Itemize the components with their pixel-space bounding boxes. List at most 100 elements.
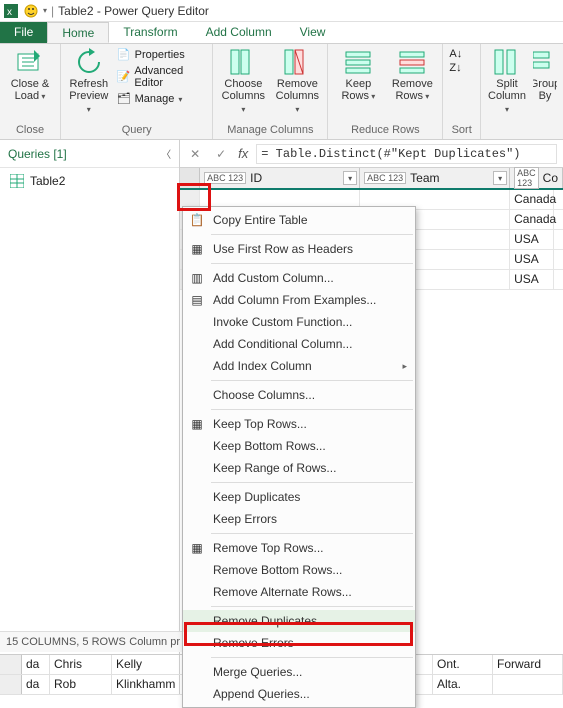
- choose-columns-button[interactable]: Choose Columns: [219, 48, 267, 116]
- menu-keep-duplicates[interactable]: Keep Duplicates: [183, 486, 415, 508]
- cell-co[interactable]: Canada: [510, 210, 554, 229]
- remove-rows-icon: [398, 48, 426, 76]
- sort-desc-button[interactable]: Z↓: [449, 62, 461, 74]
- cell-co[interactable]: USA: [510, 250, 554, 269]
- queries-header[interactable]: Queries [1] 〈: [0, 140, 179, 168]
- cell-co[interactable]: Canada: [510, 190, 554, 209]
- adv-editor-label: Advanced Editor: [134, 65, 206, 89]
- split-column-button[interactable]: Split Column: [487, 48, 527, 116]
- column-team-label: Team: [410, 171, 439, 185]
- menu-add-custom-column[interactable]: ▥Add Custom Column...: [183, 267, 415, 289]
- advanced-editor-button[interactable]: 📝Advanced Editor: [117, 65, 207, 89]
- tab-add-column[interactable]: Add Column: [192, 22, 286, 43]
- menu-keep-bottom-rows[interactable]: Keep Bottom Rows...: [183, 435, 415, 457]
- table-icon: [10, 174, 24, 188]
- close-load-label: Close & Load: [6, 78, 54, 103]
- menu-remove-bottom-rows[interactable]: Remove Bottom Rows...: [183, 559, 415, 581]
- cell[interactable]: Rob: [50, 675, 112, 694]
- datatype-icon[interactable]: ABC 123: [514, 167, 539, 189]
- smiley-icon[interactable]: [23, 3, 39, 19]
- tab-view[interactable]: View: [286, 22, 340, 43]
- column-header-team[interactable]: ABC 123 Team ▾: [360, 168, 510, 188]
- formula-input[interactable]: = Table.Distinct(#"Kept Duplicates"): [256, 144, 557, 164]
- menu-choose-columns[interactable]: Choose Columns...: [183, 384, 415, 406]
- menu-merge-queries[interactable]: Merge Queries...: [183, 661, 415, 683]
- cell[interactable]: Ont.: [433, 655, 493, 674]
- title-separator: |: [51, 4, 54, 18]
- menu-label: Copy Entire Table: [213, 213, 308, 227]
- column-header-id[interactable]: ABC 123 ID ▾: [200, 168, 360, 188]
- group-close: Close & Load Close: [0, 44, 61, 139]
- refresh-preview-button[interactable]: Refresh Preview: [67, 48, 111, 116]
- group-by-button[interactable]: Group By: [533, 48, 557, 102]
- fx-icon[interactable]: fx: [238, 146, 248, 161]
- menu-label: Choose Columns...: [213, 388, 315, 402]
- query-item-label: Table2: [30, 174, 65, 188]
- cell[interactable]: Forward: [493, 655, 563, 674]
- cell[interactable]: [493, 675, 563, 694]
- sort-asc-button[interactable]: A↓: [449, 48, 462, 60]
- cell[interactable]: da: [22, 675, 50, 694]
- ribbon-tabs: File Home Transform Add Column View: [0, 22, 563, 44]
- tab-file[interactable]: File: [0, 22, 47, 43]
- choose-columns-icon: [229, 48, 257, 76]
- datatype-icon[interactable]: ABC 123: [204, 172, 246, 184]
- menu-keep-errors[interactable]: Keep Errors: [183, 508, 415, 530]
- menu-keep-range-rows[interactable]: Keep Range of Rows...: [183, 457, 415, 479]
- menu-label: Use First Row as Headers: [213, 242, 353, 256]
- accept-icon[interactable]: ✓: [212, 145, 230, 163]
- group-manage-columns: Choose Columns Remove Columns Manage Col…: [213, 44, 328, 139]
- tab-home[interactable]: Home: [47, 22, 109, 43]
- cell[interactable]: da: [22, 655, 50, 674]
- column-header-co[interactable]: ABC 123 Co: [510, 168, 563, 188]
- menu-remove-errors[interactable]: Remove Errors: [183, 632, 415, 654]
- tab-transform[interactable]: Transform: [109, 22, 191, 43]
- menu-add-conditional-column[interactable]: Add Conditional Column...: [183, 333, 415, 355]
- split-column-icon: [493, 48, 521, 76]
- menu-invoke-custom-function[interactable]: Invoke Custom Function...: [183, 311, 415, 333]
- chevron-left-icon[interactable]: 〈: [161, 146, 171, 161]
- menu-label: Keep Errors: [213, 512, 277, 526]
- menu-keep-top-rows[interactable]: ▦Keep Top Rows...: [183, 413, 415, 435]
- filter-dropdown-icon[interactable]: ▾: [493, 171, 507, 185]
- keep-rows-icon: [344, 48, 372, 76]
- row-index[interactable]: [0, 675, 22, 694]
- remove-rows-button[interactable]: Remove Rows: [388, 48, 436, 103]
- menu-remove-top-rows[interactable]: ▦Remove Top Rows...: [183, 537, 415, 559]
- menu-use-first-row-headers[interactable]: ▦Use First Row as Headers: [183, 238, 415, 260]
- query-item-table2[interactable]: Table2: [0, 168, 179, 194]
- table-corner-button[interactable]: [180, 168, 200, 188]
- properties-button[interactable]: 📄Properties: [117, 48, 207, 62]
- menu-remove-duplicates[interactable]: Remove Duplicates: [183, 610, 415, 632]
- keep-rows-button[interactable]: Keep Rows: [334, 48, 382, 103]
- group-sort: A↓ Z↓ Sort: [443, 44, 481, 139]
- group-manage-columns-label: Manage Columns: [219, 123, 321, 137]
- properties-icon: 📄: [117, 48, 131, 62]
- menu-label: Merge Queries...: [213, 665, 302, 679]
- close-and-load-button[interactable]: Close & Load: [6, 48, 54, 103]
- menu-copy-entire-table[interactable]: 📋 Copy Entire Table: [183, 209, 415, 231]
- copy-icon: 📋: [189, 212, 205, 228]
- menu-label: Keep Top Rows...: [213, 417, 307, 431]
- filter-dropdown-icon[interactable]: ▾: [343, 171, 357, 185]
- menu-append-queries[interactable]: Append Queries...: [183, 683, 415, 705]
- cell[interactable]: Alta.: [433, 675, 493, 694]
- menu-label: Remove Duplicates: [213, 614, 317, 628]
- cell-co[interactable]: USA: [510, 270, 554, 289]
- cell-co[interactable]: USA: [510, 230, 554, 249]
- cancel-icon[interactable]: ✕: [186, 145, 204, 163]
- remove-columns-button[interactable]: Remove Columns: [273, 48, 321, 116]
- adv-editor-icon: 📝: [117, 70, 131, 84]
- menu-label: Add Column From Examples...: [213, 293, 376, 307]
- qat-dropdown-icon[interactable]: ▾: [43, 6, 47, 15]
- datatype-icon[interactable]: ABC 123: [364, 172, 406, 184]
- row-index[interactable]: [0, 655, 22, 674]
- cell[interactable]: Chris: [50, 655, 112, 674]
- menu-add-column-from-examples[interactable]: ▤Add Column From Examples...: [183, 289, 415, 311]
- menu-label: Keep Range of Rows...: [213, 461, 336, 475]
- menu-remove-alternate-rows[interactable]: Remove Alternate Rows...: [183, 581, 415, 603]
- manage-button[interactable]: 🗂Manage ▾: [117, 92, 207, 106]
- menu-add-index-column[interactable]: Add Index Column▸: [183, 355, 415, 377]
- keep-rows-label: Keep Rows: [334, 78, 382, 103]
- menu-label: Remove Bottom Rows...: [213, 563, 342, 577]
